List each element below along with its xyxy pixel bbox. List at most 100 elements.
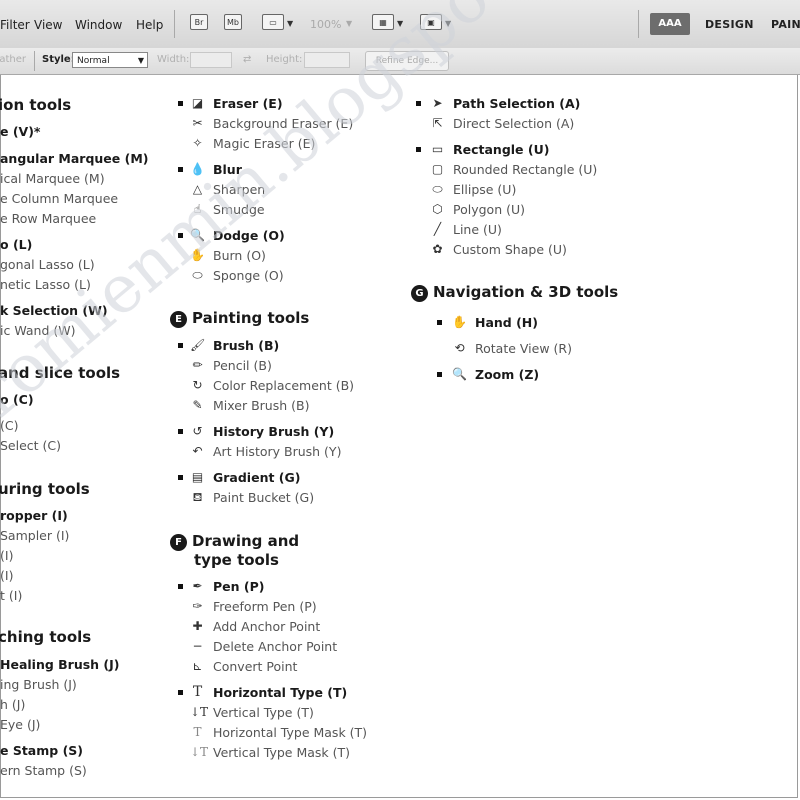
default-tool-marker [178, 690, 183, 695]
path-selection-icon: ➤ [432, 96, 443, 110]
vertical-type-icon: ↓T [190, 705, 209, 719]
default-tool-marker [416, 147, 421, 152]
rotate-view-icon: ⟲ [454, 341, 465, 355]
history-brush-icon: ↺ [192, 424, 203, 438]
section-selection-tools-header: ion tools [0, 96, 72, 114]
gradient-icon: ▤ [191, 470, 204, 484]
tool-color-sampler: Sampler (I) [0, 528, 70, 543]
tool-count: t (I) [0, 588, 23, 603]
rectangle-icon: ▭ [431, 142, 444, 156]
default-tool-marker [416, 101, 421, 106]
separator [174, 10, 175, 38]
default-tool-marker [178, 584, 183, 589]
chevron-down-icon[interactable]: ▼ [346, 19, 352, 28]
menu-help[interactable]: Help [136, 18, 163, 32]
tool-clone-stamp: e Stamp (S) [0, 743, 83, 758]
section-navigation-title: Navigation & 3D tools [433, 283, 619, 301]
sponge-icon: ⬭ [192, 268, 203, 282]
zoom-level[interactable]: 100% [310, 18, 341, 31]
rounded-rectangle-icon: ▢ [431, 162, 444, 176]
tool-blur: Blur [213, 162, 242, 177]
tool-direct-selection: Direct Selection (A) [453, 116, 575, 131]
screen-mode-icon[interactable]: ▣ [420, 14, 442, 30]
section-painting-header: E Painting tools [170, 309, 309, 328]
width-label: Width: [157, 54, 190, 65]
height-field[interactable] [304, 52, 350, 68]
section-measuring-header: uring tools [0, 480, 90, 498]
tool-zoom: Zoom (Z) [475, 367, 540, 382]
default-tool-marker [178, 167, 183, 172]
tool-polygonal-lasso: gonal Lasso (L) [0, 257, 95, 272]
swap-icon[interactable]: ⇄ [243, 54, 251, 65]
view-extras-icon[interactable]: ▭ [262, 14, 284, 30]
tool-red-eye: Eye (J) [0, 717, 41, 732]
section-navigation-header: G Navigation & 3D tools [411, 283, 618, 302]
section-crop-slice-header: and slice tools [0, 364, 121, 382]
eraser-icon: ◪ [191, 96, 204, 110]
tool-history-brush: History Brush (Y) [213, 424, 335, 439]
tool-ruler: (I) [0, 548, 14, 563]
tool-pattern-stamp: ern Stamp (S) [0, 763, 87, 778]
section-badge-g: G [411, 285, 428, 302]
minibridge-icon[interactable]: Mb [224, 14, 242, 30]
tool-freeform-pen: Freeform Pen (P) [213, 599, 317, 614]
tool-single-row-marquee: e Row Marquee [0, 211, 97, 226]
smudge-icon: ☝ [193, 202, 202, 216]
menu-window[interactable]: Window [75, 18, 122, 32]
tool-rotate-view: Rotate View (R) [475, 341, 572, 356]
tool-sharpen: Sharpen [213, 182, 266, 197]
tool-rectangular-marquee: angular Marquee (M) [0, 151, 149, 166]
tool-convert-point: Convert Point [213, 659, 298, 674]
add-anchor-point-icon: ✚ [192, 619, 203, 633]
tool-spot-healing-brush: Healing Brush (J) [0, 657, 120, 672]
chevron-down-icon[interactable]: ▼ [445, 19, 451, 28]
section-drawing-header: F Drawing and [170, 532, 299, 551]
bridge-icon[interactable]: Br [190, 14, 208, 30]
tool-vertical-type: Vertical Type (T) [213, 705, 314, 720]
tool-rounded-rectangle: Rounded Rectangle (U) [453, 162, 598, 177]
tool-pen: Pen (P) [213, 579, 265, 594]
arrange-documents-icon[interactable]: ▦ [372, 14, 394, 30]
tool-crop: o (C) [0, 392, 34, 407]
workspace-essentials-button[interactable]: AAA [650, 13, 690, 35]
mixer-brush-icon: ✎ [192, 398, 203, 412]
tool-path-selection: Path Selection (A) [453, 96, 581, 111]
horizontal-type-icon: T [192, 684, 203, 700]
chevron-down-icon[interactable]: ▼ [397, 19, 403, 28]
default-tool-marker [178, 343, 183, 348]
vertical-type-mask-icon: ↓T [190, 745, 209, 759]
menu-view[interactable]: View [34, 18, 62, 32]
default-tool-marker [178, 101, 183, 106]
section-drawing-title-line1: Drawing and [192, 532, 300, 550]
tool-quick-selection: k Selection (W) [0, 303, 108, 318]
tool-eraser: Eraser (E) [213, 96, 283, 111]
width-field[interactable] [190, 52, 232, 68]
tool-vertical-type-mask: Vertical Type Mask (T) [213, 745, 351, 760]
tool-hand: Hand (H) [475, 315, 538, 330]
refine-edge-button[interactable]: Refine Edge... [365, 51, 449, 71]
workspace-design-button[interactable]: DESIGN [705, 18, 754, 31]
tool-slice: (C) [0, 418, 19, 433]
zoom-icon: 🔍 [452, 367, 467, 381]
section-badge-f: F [170, 534, 187, 551]
tool-lasso: o (L) [0, 237, 33, 252]
ellipse-icon: ⬭ [432, 182, 443, 196]
screenshot-frame [0, 0, 798, 798]
workspace-paint-button[interactable]: PAINT [771, 18, 800, 31]
polygon-icon: ⬡ [432, 202, 443, 216]
section-drawing-title-line2: type tools [194, 551, 279, 569]
hand-icon: ✋ [452, 315, 467, 329]
tool-add-anchor-point: Add Anchor Point [213, 619, 321, 634]
tool-single-column-marquee: e Column Marquee [0, 191, 119, 206]
tool-delete-anchor-point: Delete Anchor Point [213, 639, 338, 654]
default-tool-marker [178, 233, 183, 238]
section-badge-e: E [170, 311, 187, 328]
separator [638, 10, 639, 38]
art-history-brush-icon: ↶ [192, 444, 203, 458]
chevron-down-icon[interactable]: ▼ [287, 19, 293, 28]
menu-filter[interactable]: Filter [0, 18, 30, 32]
style-select[interactable]: Normal ▼ [72, 52, 148, 68]
tool-color-replacement: Color Replacement (B) [213, 378, 355, 393]
tool-background-eraser: Background Eraser (E) [213, 116, 354, 131]
color-replacement-icon: ↻ [192, 378, 203, 392]
